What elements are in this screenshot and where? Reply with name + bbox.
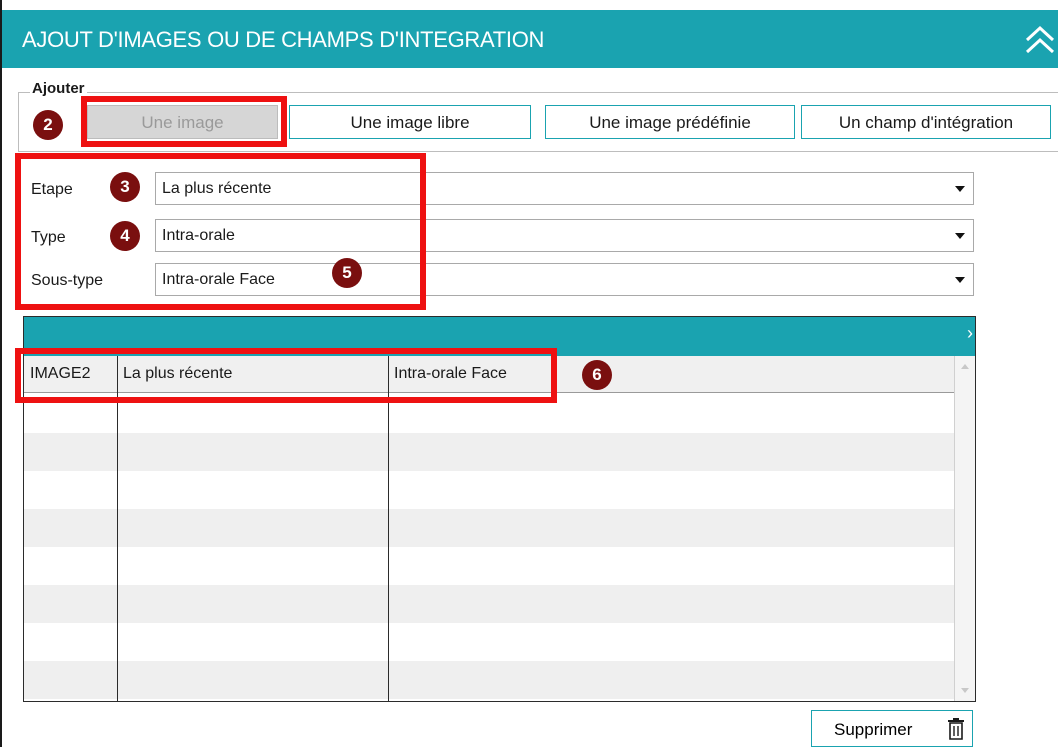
- table-row[interactable]: [24, 585, 955, 623]
- table-row[interactable]: [24, 623, 955, 661]
- panel-header: AJOUT D'IMAGES OU DE CHAMPS D'INTEGRATIO…: [2, 10, 1058, 68]
- column-separator: [117, 356, 118, 701]
- table-row[interactable]: [24, 471, 955, 509]
- delete-button[interactable]: Supprimer: [811, 710, 973, 747]
- dropdown-arrow-icon: [955, 186, 965, 192]
- dropdown-arrow-icon: [955, 277, 965, 283]
- add-free-image-button[interactable]: Une image libre: [289, 105, 531, 139]
- double-chevron-up-icon[interactable]: [1022, 22, 1058, 58]
- add-predefined-image-button[interactable]: Une image prédéfinie: [545, 105, 795, 139]
- add-group-legend: Ajouter: [30, 80, 87, 97]
- trash-icon: [948, 718, 964, 740]
- step-badge: 2: [33, 110, 63, 140]
- scroll-up-icon[interactable]: [961, 364, 969, 369]
- table-row[interactable]: [24, 547, 955, 585]
- panel-title: AJOUT D'IMAGES OU DE CHAMPS D'INTEGRATIO…: [22, 27, 545, 52]
- highlight-box-row: [15, 348, 557, 403]
- highlight-box-filters: [15, 153, 426, 310]
- vertical-scrollbar[interactable]: [954, 356, 975, 701]
- step-badge: 5: [332, 258, 362, 288]
- scroll-down-icon[interactable]: [961, 688, 969, 693]
- add-integration-field-button[interactable]: Un champ d'intégration: [801, 105, 1051, 139]
- step-badge: 3: [110, 172, 140, 202]
- step-badge: 4: [110, 221, 140, 251]
- column-separator: [388, 356, 389, 701]
- step-badge: 6: [582, 360, 612, 390]
- chevron-right-icon[interactable]: ›: [967, 323, 973, 344]
- highlight-box-add-image: [81, 96, 287, 147]
- dropdown-arrow-icon: [955, 233, 965, 239]
- table-row[interactable]: [24, 433, 955, 471]
- table-row[interactable]: [24, 509, 955, 547]
- table-row[interactable]: [24, 661, 955, 699]
- delete-label: Supprimer: [834, 720, 913, 739]
